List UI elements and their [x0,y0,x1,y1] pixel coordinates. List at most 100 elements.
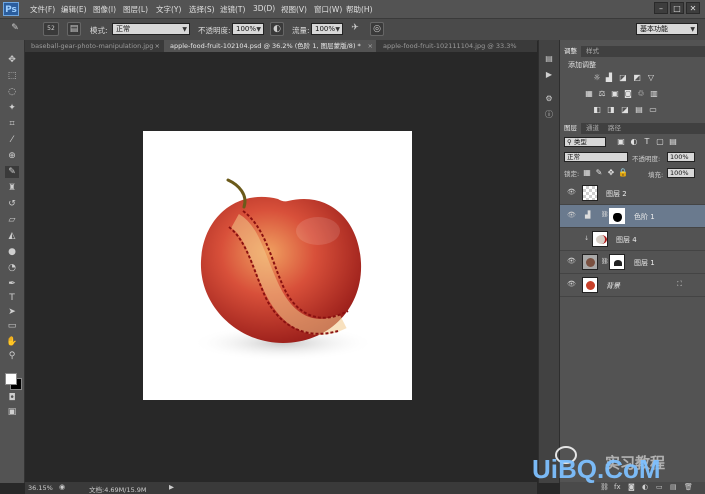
doc-tab-apple-jpg[interactable]: apple-food-fruit-102111104.jpg @ 33.3% [377,40,537,52]
visibility-eye-icon[interactable]: 👁 [567,280,576,288]
layer-row[interactable]: 👁 ▟ ⛓ 色阶 1 [560,205,705,228]
document-canvas[interactable] [143,131,412,400]
layer-opacity-field[interactable]: 100% [667,152,695,162]
black-white-icon[interactable]: ▣ [610,89,620,98]
tab-adjustments[interactable]: 调整 [560,46,581,57]
menu-help[interactable]: 帮助(H) [346,4,373,15]
path-select-tool-icon[interactable]: ➤ [5,306,19,318]
doc-tab-baseball[interactable]: baseball-gear-photo-manipulation.jpg × [25,40,163,52]
color-balance-icon[interactable]: ⚖ [597,89,607,98]
curves-icon[interactable]: ◪ [618,73,628,82]
healing-brush-tool-icon[interactable]: ⊕ [5,150,19,162]
layer-name[interactable]: 背景 [606,281,620,291]
crop-tool-icon[interactable]: ⌗ [5,118,19,130]
posterize-icon[interactable]: ◨ [606,105,616,114]
maximize-icon[interactable]: □ [670,2,684,14]
brush-tool-icon[interactable]: ✎ [5,166,19,178]
invert-icon[interactable]: ◧ [592,105,602,114]
type-tool-icon[interactable]: T [5,292,19,304]
flow-field[interactable]: 100% ▼ [311,23,343,35]
tab-channels[interactable]: 通道 [582,123,603,134]
threshold-icon[interactable]: ◪ [620,105,630,114]
actions-panel-icon[interactable]: ▶ [543,70,555,80]
history-panel-icon[interactable]: ▤ [543,54,555,64]
airbrush-icon[interactable]: ✈ [348,22,362,36]
filter-smart-icon[interactable]: ▤ [668,137,678,146]
exposure-icon[interactable]: ◩ [632,73,642,82]
shape-tool-icon[interactable]: ▭ [5,320,19,332]
pressure-size-icon[interactable]: ◎ [370,22,384,36]
layer-row[interactable]: 👁 图层 2 [560,182,705,205]
history-brush-tool-icon[interactable]: ↺ [5,198,19,210]
visibility-eye-icon[interactable]: 👁 [567,257,576,265]
lock-all-icon[interactable]: 🔒 [618,168,628,177]
blend-mode-select[interactable]: 正常 [564,152,628,162]
layer-name[interactable]: 图层 2 [606,189,627,199]
status-info-icon[interactable]: ◉ [59,483,65,491]
tab-paths[interactable]: 路径 [604,123,625,134]
zoom-tool-icon[interactable]: ⚲ [5,350,19,362]
layer-name[interactable]: 图层 4 [616,235,637,245]
quick-mask-icon[interactable]: ◘ [5,392,19,404]
lasso-tool-icon[interactable]: ◌ [5,86,19,98]
filter-adjust-icon[interactable]: ◐ [629,137,639,146]
menu-edit[interactable]: 编辑(E) [61,4,87,15]
layer-row[interactable]: 👁 背景 ⛶ [560,274,705,297]
new-layer-icon[interactable]: ▤ [670,483,677,491]
menu-select[interactable]: 选择(S) [189,4,215,15]
zoom-level[interactable]: 36.15% [28,484,53,492]
brush-tool-preset-icon[interactable]: ✎ [8,22,22,36]
pressure-opacity-icon[interactable]: ◐ [270,22,284,36]
layer-row[interactable]: ↓ 图层 4 [560,228,705,251]
quick-select-tool-icon[interactable]: ✦ [5,102,19,114]
gradient-map-icon[interactable]: ▭ [648,105,658,114]
brush-size-picker[interactable]: 52 [43,22,59,36]
menu-file[interactable]: 文件(F) [30,4,55,15]
info-panel-icon[interactable]: ⓘ [543,110,555,120]
photo-filter-icon[interactable]: ◙ [623,89,633,98]
menu-window[interactable]: 窗口(W) [314,4,342,15]
lock-pixels-icon[interactable]: ▦ [582,168,592,177]
filter-type-icon[interactable]: T [642,137,652,146]
vibrance-icon[interactable]: ▽ [646,73,656,82]
menu-filter[interactable]: 滤镜(T) [220,4,245,15]
link-icon[interactable]: ⛓ [601,258,609,265]
workspace-select[interactable]: 基本功能 ▼ [636,23,698,35]
layer-row[interactable]: 👁 ⛓ 图层 1 [560,251,705,274]
tab-layers[interactable]: 图层 [560,123,581,134]
hue-saturation-icon[interactable]: ▦ [584,89,594,98]
brightness-icon[interactable]: ☼ [592,73,602,82]
pen-tool-icon[interactable]: ✒ [5,278,19,290]
move-tool-icon[interactable]: ✥ [5,54,19,66]
eyedropper-tool-icon[interactable]: ⁄ [5,134,19,146]
link-icon[interactable]: ⛓ [601,211,609,218]
delete-layer-icon[interactable]: 🗑 [684,483,693,491]
properties-panel-icon[interactable]: ⚙ [543,94,555,104]
foreground-color-swatch[interactable] [5,373,17,385]
filter-shape-icon[interactable]: ▢ [655,137,665,146]
levels-icon[interactable]: ▟ [604,73,614,82]
selective-color-icon[interactable]: ▤ [634,105,644,114]
fill-field[interactable]: 100% [667,168,695,178]
eraser-tool-icon[interactable]: ▱ [5,214,19,226]
visibility-eye-icon[interactable]: 👁 [567,188,576,196]
filter-pixel-icon[interactable]: ▣ [616,137,626,146]
status-menu-arrow-icon[interactable]: ▶ [169,483,174,491]
doc-tab-apple-psd[interactable]: apple-food-fruit-102104.psd @ 36.2% (色阶 … [164,40,376,52]
layer-name[interactable]: 色阶 1 [634,212,655,222]
channel-mixer-icon[interactable]: ♲ [636,89,646,98]
menu-type[interactable]: 文字(Y) [156,4,181,15]
layer-name[interactable]: 图层 1 [634,258,655,268]
brush-panel-toggle-icon[interactable]: ▤ [67,22,81,36]
paint-bucket-tool-icon[interactable]: ◭ [5,230,19,242]
layer-mask-thumbnail[interactable] [609,208,625,224]
menu-layer[interactable]: 图层(L) [123,4,148,15]
lock-image-icon[interactable]: ✎ [594,168,604,177]
close-tab-icon[interactable]: × [155,40,160,52]
menu-view[interactable]: 视图(V) [281,4,307,15]
mode-select[interactable]: 正常 ▼ [112,23,190,35]
layer-kind-filter[interactable]: ⚲ 类型 [564,137,606,147]
hand-tool-icon[interactable]: ✋ [5,336,19,348]
close-tab-icon[interactable]: × [368,40,373,52]
dodge-tool-icon[interactable]: ◔ [5,262,19,274]
